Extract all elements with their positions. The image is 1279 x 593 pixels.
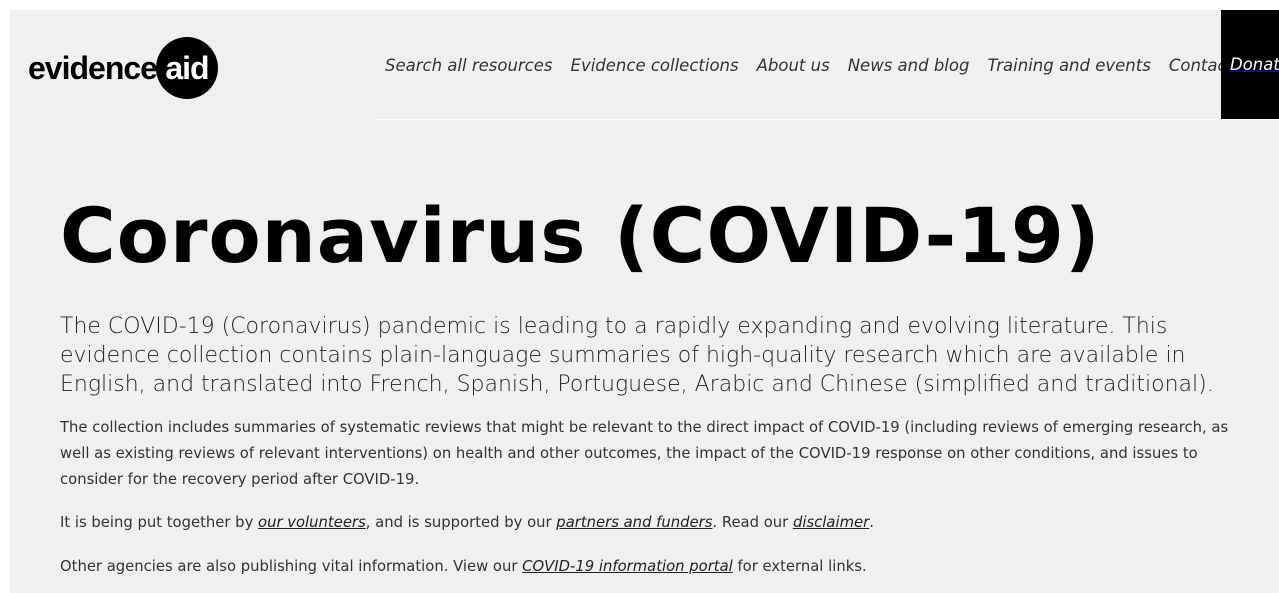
nav-training-and-events[interactable]: Training and events [987,56,1150,75]
agencies-text-1: Other agencies are also publishing vital… [60,558,523,575]
page-title: Coronavirus (COVID-19) [60,191,1101,280]
nav-search-all-resources[interactable]: Search all resources [385,56,553,75]
nav-divider [378,119,1279,120]
logo-word: evidence [28,50,158,86]
donate-label: Donat [1230,55,1279,74]
logo-circle: aid [155,37,218,99]
evidence-aid-logo[interactable]: evidence aid [28,37,218,99]
nav-news-and-blog[interactable]: News and blog [848,56,970,75]
site-header: evidence aid Search all resources Eviden… [10,10,1279,120]
support-text-3: . Read our [712,514,793,531]
partners-and-funders-link[interactable]: partners and funders [556,514,712,531]
support-text-1: It is being put together by [60,514,259,531]
covid-information-portal-link[interactable]: COVID-19 information portal [522,558,733,575]
main-nav: Search all resources Evidence collection… [385,10,1279,120]
agencies-text-2: for external links. [732,558,867,575]
disclaimer-link[interactable]: disclaimer [793,514,869,531]
nav-about-us[interactable]: About us [757,56,830,75]
support-paragraph: It is being put together by our voluntee… [60,510,1245,536]
nav-evidence-collections[interactable]: Evidence collections [571,56,739,75]
page: evidence aid Search all resources Eviden… [10,10,1279,593]
other-agencies-paragraph: Other agencies are also publishing vital… [60,554,1245,580]
our-volunteers-link[interactable]: our volunteers [258,514,366,531]
collection-description: The collection includes summaries of sys… [60,419,1229,488]
logo-circle-word: aid [165,50,209,86]
support-text-4: . [869,514,874,531]
support-text-2: , and is supported by our [365,514,557,531]
intro-lead: The COVID-19 (Coronavirus) pandemic is l… [60,314,1214,397]
donate-button[interactable]: Donat [1221,10,1279,119]
